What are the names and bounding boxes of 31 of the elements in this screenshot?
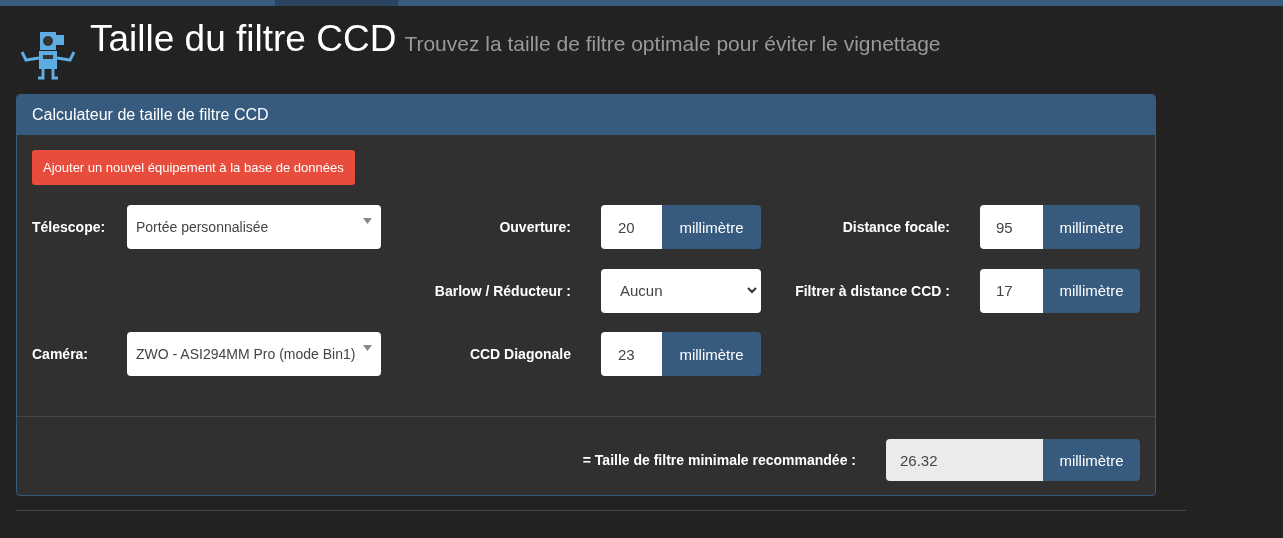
unit-label: millimètre [662,332,761,376]
unit-label: millimètre [662,205,761,249]
field-label: Ouverture: [499,219,572,235]
dropdown-field[interactable]: ZWO - ASI294MM Pro (mode Bin1) [127,332,381,376]
result-field: 26.32 [886,439,1043,481]
select-field[interactable]: Aucun [601,268,761,313]
number-input[interactable]: 17 [980,268,1043,313]
add-equipment-button[interactable]: Ajouter un nouvel équipement à la base de données [32,150,355,185]
number-input[interactable]: 23 [601,332,662,376]
field-label: Caméra: [32,346,89,362]
dropdown-caret-icon [363,345,372,351]
chevron-down-icon [747,287,757,294]
field-label: Distance focale: [842,219,951,235]
field-label: Barlow / Réducteur : [434,282,572,299]
field-label: CCD Diagonale [469,346,572,362]
number-input[interactable]: 20 [601,205,662,249]
dropdown-caret-icon [363,218,372,224]
field-label: Filtrer à distance CCD : [795,282,951,299]
page-subtitle: Trouvez la taille de filtre optimale pour éviter le vignettage [404,32,941,56]
select-value: Aucun [620,282,663,299]
number-input[interactable]: 95 [980,205,1043,249]
dropdown-value: ZWO - ASI294MM Pro (mode Bin1) [136,346,356,362]
panel-title: Calculateur de taille de filtre CCD [17,95,1155,135]
page-title: Taille du filtre CCD [90,18,397,60]
result-label: = Taille de filtre minimale recommandée : [582,452,857,468]
dropdown-field[interactable]: Portée personnalisée [127,205,381,249]
unit-label: millimètre [1043,268,1140,313]
field-label: Télescope: [32,219,106,235]
dropdown-value: Portée personnalisée [136,219,269,235]
unit-label: millimètre [1043,205,1140,249]
unit-label: millimètre [1043,439,1140,481]
